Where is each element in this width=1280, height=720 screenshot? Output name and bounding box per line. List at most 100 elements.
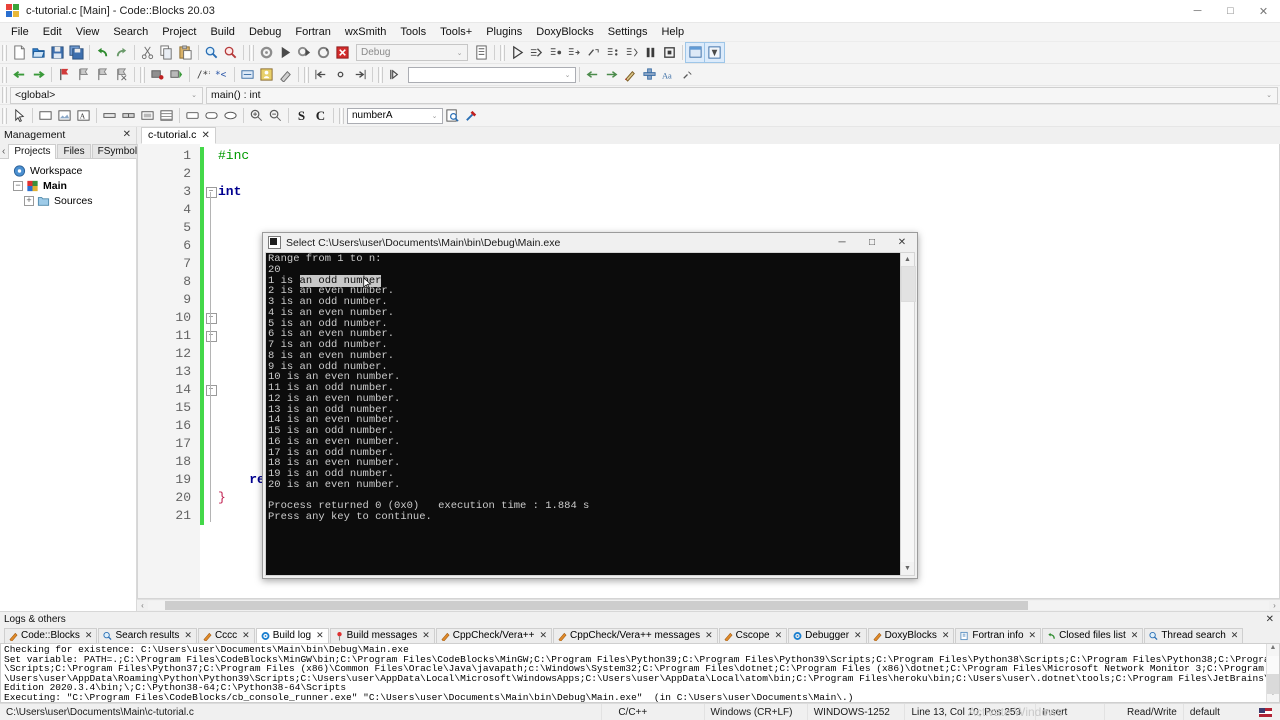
build-log-scrollbar[interactable]: ▲ ▼ — [1266, 644, 1279, 702]
next-changed-line-icon[interactable] — [350, 65, 369, 84]
step-into-icon[interactable] — [546, 43, 565, 62]
panel-icon[interactable] — [36, 106, 55, 125]
find-icon[interactable] — [202, 43, 221, 62]
close-icon[interactable]: ✕ — [539, 630, 547, 641]
various-info-icon[interactable] — [704, 42, 725, 63]
close-icon[interactable]: ✕ — [316, 630, 324, 641]
comment-icon[interactable]: /** — [193, 65, 212, 84]
close-icon[interactable]: ✕ — [854, 630, 862, 641]
log-tab-cscope[interactable]: Cscope ✕ — [718, 628, 788, 643]
image-icon[interactable] — [55, 106, 74, 125]
log-tab-build-log[interactable]: Build log ✕ — [255, 628, 329, 643]
next-bookmark-icon[interactable] — [93, 65, 112, 84]
fold-marker[interactable] — [204, 507, 218, 525]
hscroll-thumb[interactable] — [164, 601, 1028, 610]
build-log-body[interactable]: Checking for existence: C:\Users\user\Do… — [0, 643, 1280, 703]
redo-icon[interactable] — [112, 43, 131, 62]
fold-marker[interactable] — [204, 489, 218, 507]
console-scroll-track[interactable] — [901, 266, 916, 562]
fold-collapse-icon[interactable]: − — [205, 330, 217, 342]
fold-marker[interactable] — [204, 147, 218, 165]
build-options-icon[interactable] — [472, 43, 491, 62]
fold-marker[interactable] — [204, 219, 218, 237]
toggle-breakpoint-icon[interactable] — [148, 65, 167, 84]
menu-item-wxsmith[interactable]: wxSmith — [338, 24, 394, 40]
close-button[interactable]: ✕ — [1247, 0, 1280, 22]
uncomment-icon[interactable]: *< — [212, 65, 231, 84]
open-file-icon[interactable] — [29, 43, 48, 62]
shape-rect-icon[interactable] — [183, 106, 202, 125]
log-tab-debugger[interactable]: Debugger ✕ — [788, 628, 867, 643]
examine-symbol-icon[interactable] — [443, 106, 462, 125]
log-tab-code-blocks[interactable]: Code::Blocks ✕ — [4, 628, 98, 643]
menu-item-search[interactable]: Search — [106, 24, 155, 40]
toolbar-grip[interactable] — [2, 66, 8, 83]
jump-icon[interactable] — [331, 65, 350, 84]
sizer-box-icon[interactable] — [157, 106, 176, 125]
next-instruction-icon[interactable] — [584, 43, 603, 62]
fold-collapse-icon[interactable]: − — [205, 186, 217, 198]
prev-symbol-icon[interactable] — [583, 65, 602, 84]
run-to-cursor-icon[interactable] — [622, 43, 641, 62]
doxy-config-icon[interactable] — [678, 65, 697, 84]
break-debugger-icon[interactable] — [641, 43, 660, 62]
prev-bookmark-icon[interactable] — [74, 65, 93, 84]
scroll-left-icon[interactable]: ‹ — [137, 601, 148, 610]
log-tab-build-messages[interactable]: Build messages ✕ — [329, 628, 435, 643]
log-scroll-thumb[interactable] — [1267, 674, 1279, 694]
toolbar-grip[interactable] — [500, 44, 506, 61]
menu-item-fortran[interactable]: Fortran — [288, 24, 337, 40]
cut-icon[interactable] — [138, 43, 157, 62]
log-scroll-track[interactable] — [1267, 656, 1279, 694]
editor-tab-c-tutorial[interactable]: c-tutorial.c ✕ — [141, 127, 216, 144]
toolbar-grip[interactable] — [2, 107, 8, 124]
fold-marker[interactable] — [204, 471, 218, 489]
fold-marker[interactable] — [204, 417, 218, 435]
scroll-right-icon[interactable]: › — [1269, 601, 1280, 610]
close-icon[interactable]: ✕ — [184, 630, 192, 641]
doxy-run-icon[interactable] — [621, 65, 640, 84]
close-icon[interactable]: ✕ — [1262, 614, 1278, 625]
fold-marker[interactable] — [204, 363, 218, 381]
debugging-windows-icon[interactable] — [685, 42, 706, 63]
management-tab-files[interactable]: Files — [57, 144, 91, 158]
log-tab-cccc[interactable]: Cccc ✕ — [197, 628, 255, 643]
menu-item-help[interactable]: Help — [654, 24, 691, 40]
clear-bookmarks-icon[interactable] — [112, 65, 131, 84]
format-icon[interactable] — [276, 65, 295, 84]
fold-marker[interactable]: − — [204, 183, 218, 201]
menu-item-tools[interactable]: Tools — [393, 24, 433, 40]
console-window[interactable]: Select C:\Users\user\Documents\Main\bin\… — [262, 232, 918, 579]
close-icon[interactable]: ✕ — [422, 630, 430, 641]
tree-expander-icon[interactable]: + — [24, 195, 34, 206]
text-icon[interactable]: A — [74, 106, 93, 125]
management-tab-projects[interactable]: Projects — [8, 144, 57, 159]
paste-icon[interactable] — [176, 43, 195, 62]
scroll-up-icon[interactable]: ▲ — [901, 253, 914, 266]
close-icon[interactable]: ✕ — [942, 630, 950, 641]
fold-marker[interactable] — [204, 291, 218, 309]
close-icon[interactable]: ✕ — [775, 630, 783, 641]
fold-marker[interactable] — [204, 165, 218, 183]
close-icon[interactable]: ✕ — [1029, 630, 1037, 641]
fold-marker[interactable] — [204, 453, 218, 471]
debug-continue-icon[interactable] — [508, 43, 527, 62]
autocomplete-icon[interactable] — [238, 65, 257, 84]
next-symbol-icon[interactable] — [602, 65, 621, 84]
menu-item-doxyblocks[interactable]: DoxyBlocks — [529, 24, 600, 40]
new-file-icon[interactable] — [10, 43, 29, 62]
sizer-grid-icon[interactable] — [138, 106, 157, 125]
editor-hscrollbar[interactable]: ‹ › — [137, 599, 1280, 611]
toolbar-grip[interactable] — [2, 87, 8, 103]
tree-item-sources[interactable]: + Sources — [2, 193, 136, 208]
close-icon[interactable]: ✕ — [120, 129, 134, 140]
tree-item-workspace[interactable]: Workspace — [2, 163, 136, 178]
doxy-wizard-icon[interactable] — [640, 65, 659, 84]
prev-changed-line-icon[interactable] — [312, 65, 331, 84]
save-icon[interactable] — [48, 43, 67, 62]
log-tab-closed-files-list[interactable]: Closed files list ✕ — [1042, 628, 1144, 643]
copy-icon[interactable] — [157, 43, 176, 62]
fold-marker[interactable] — [204, 237, 218, 255]
symbols-c-icon[interactable]: C — [311, 106, 330, 125]
close-icon[interactable]: ✕ — [201, 130, 209, 141]
